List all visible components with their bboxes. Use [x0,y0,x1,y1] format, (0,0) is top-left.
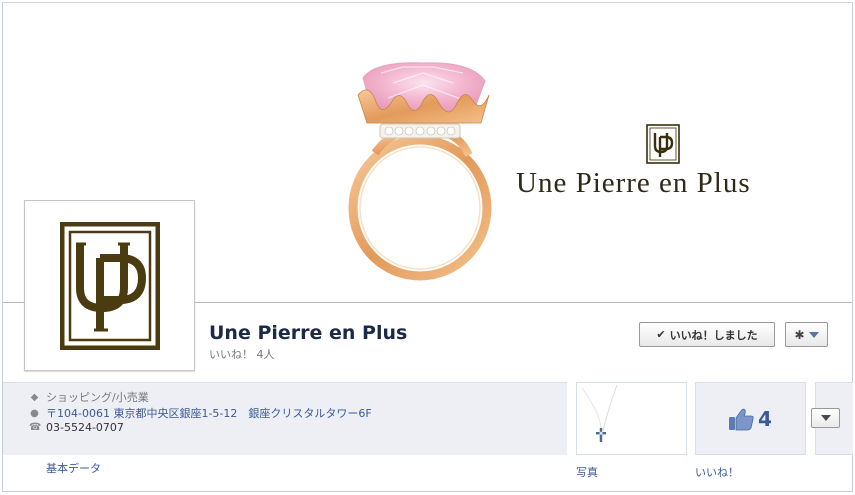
settings-dropdown-button[interactable]: ✱ [785,322,828,347]
likes-tile-count: 4 [758,407,772,431]
more-apps-button[interactable] [811,408,840,428]
page-title[interactable]: Une Pierre en Plus [209,322,407,344]
category-text: ショッピング/小売業 [46,391,149,404]
phone-text: 03-5524-0707 [46,421,124,434]
map-pin-icon: ● [30,407,39,419]
likes-tile[interactable]: 4 [695,382,806,455]
phone-icon: ☎ [29,422,42,433]
gear-icon: ✱ [794,327,805,342]
check-icon: ✔ [656,328,666,341]
liked-button[interactable]: ✔ いいね！しました [639,322,775,347]
cover-brand-name: Une Pierre en Plus [516,167,751,199]
photos-tile-label[interactable]: 写真 [576,464,598,480]
photos-tile[interactable] [576,382,687,455]
likes-tile-label[interactable]: いいね！ [695,464,739,480]
basic-data-link[interactable]: 基本データ [46,460,101,476]
up-logo-icon [59,221,160,350]
address-link[interactable]: 〒104-0061 東京都中央区銀座1-5-12 銀座クリスタルタワー6F [46,405,372,421]
tag-icon: ◆ [30,391,39,403]
liked-button-label: いいね！しました [669,328,758,342]
chevron-down-icon [808,331,819,338]
brand-monogram-icon [646,124,680,164]
phone-row: ☎ 03-5524-0707 [29,421,124,434]
thumbs-up-icon [729,408,754,431]
likes-count-text: いいね！ 4人 [209,348,275,361]
address-row[interactable]: ● 〒104-0061 東京都中央区銀座1-5-12 銀座クリスタルタワー6F [29,405,372,421]
chevron-down-icon [820,415,831,421]
profile-picture[interactable] [24,200,195,371]
necklace-photo-thumbnail [581,384,618,442]
about-box[interactable]: ◆ ショッピング/小売業 ● 〒104-0061 東京都中央区銀座1-5-12 … [3,382,567,455]
category-row: ◆ ショッピング/小売業 [29,389,149,405]
